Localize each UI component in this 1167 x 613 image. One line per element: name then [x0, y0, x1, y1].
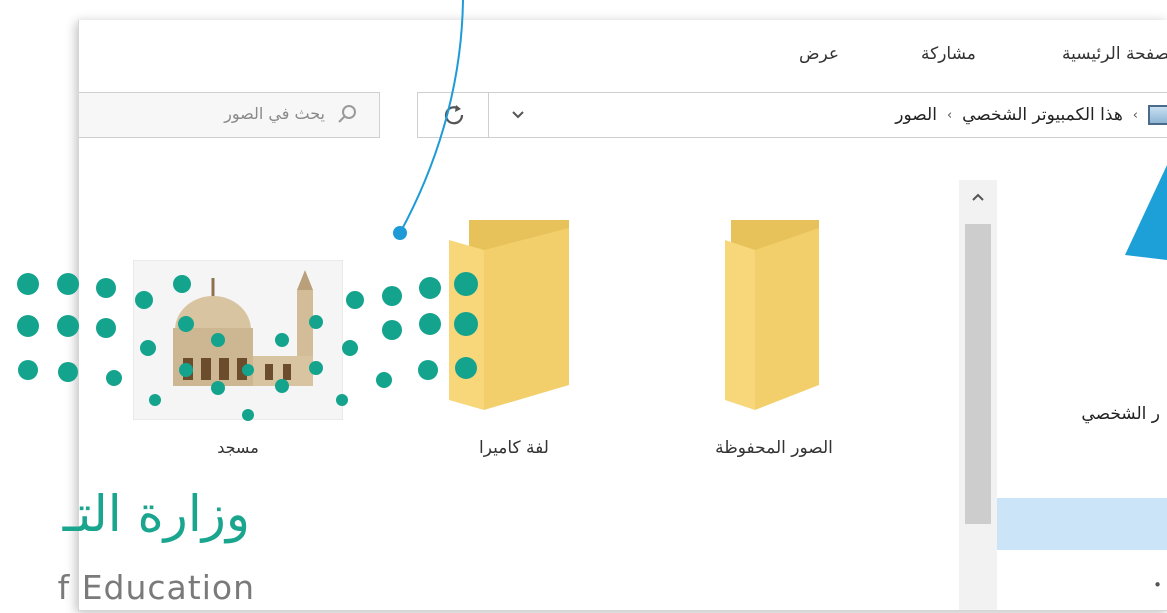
- logo-dots-icon: [17, 272, 478, 421]
- pointer-arrow-icon: [1125, 165, 1167, 260]
- logo-english-text: f Education: [57, 568, 255, 607]
- logo-arabic-text: وزارة التـ: [62, 485, 250, 543]
